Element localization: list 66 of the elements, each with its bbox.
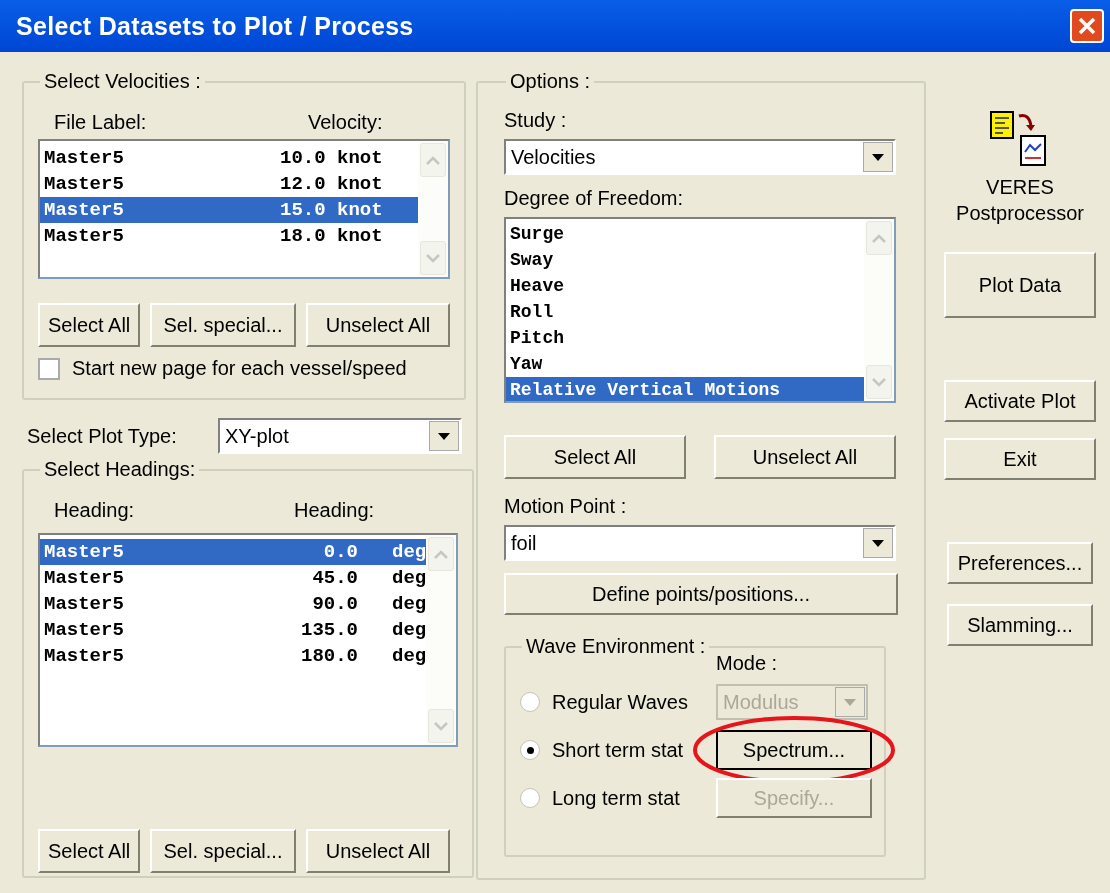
list-item[interactable]: Master5 0.0 deg bbox=[40, 539, 427, 565]
list-item[interactable]: Master5 15.0 knot bbox=[40, 197, 418, 223]
scrollbar[interactable] bbox=[426, 535, 457, 745]
list-item[interactable]: Yaw bbox=[506, 351, 864, 377]
list-item[interactable]: Sway bbox=[506, 247, 864, 273]
scrollbar[interactable] bbox=[864, 219, 894, 401]
dropdown-arrow-icon bbox=[844, 698, 856, 706]
group-title: Options : bbox=[509, 70, 592, 93]
close-button[interactable] bbox=[1070, 9, 1104, 43]
button[interactable]: Activate Plot bbox=[944, 380, 1096, 422]
list-item[interactable]: Master5 10.0 knot bbox=[40, 145, 418, 171]
button[interactable]: Slamming... bbox=[947, 604, 1093, 646]
button[interactable]: Sel. special... bbox=[150, 303, 296, 347]
button[interactable]: Exit bbox=[944, 438, 1096, 480]
scrollbar[interactable] bbox=[418, 141, 448, 277]
list-item[interactable]: Master5 18.0 knot bbox=[40, 223, 418, 249]
button[interactable]: Unselect All bbox=[306, 303, 450, 347]
study-dropdown[interactable]: Velocities bbox=[504, 139, 896, 175]
list-item[interactable]: Master5 45.0 deg bbox=[40, 565, 427, 591]
radio-label: Short term stat bbox=[552, 738, 684, 762]
field-label: Mode : bbox=[716, 652, 779, 676]
list-item[interactable]: Surge bbox=[506, 221, 864, 247]
button[interactable]: Select All bbox=[38, 303, 140, 347]
dropdown-arrow-icon bbox=[872, 539, 884, 547]
column-header: File Label: bbox=[54, 110, 148, 134]
define-points-button[interactable]: Define points/positions... bbox=[504, 573, 898, 615]
column-header: Heading: bbox=[294, 498, 375, 522]
group-title: Select Velocities : bbox=[43, 70, 202, 93]
radio-label: Regular Waves bbox=[552, 690, 688, 714]
column-header: Velocity: bbox=[308, 110, 383, 134]
button[interactable]: Unselect All bbox=[306, 829, 450, 873]
dropdown-arrow-icon bbox=[438, 432, 450, 440]
dropdown-arrow-icon bbox=[872, 153, 884, 161]
field-label: Study : bbox=[504, 109, 568, 133]
checkbox-label: Start new page for each vessel/speed bbox=[72, 357, 407, 380]
window-title: Select Datasets to Plot / Process bbox=[16, 11, 414, 41]
button[interactable]: Plot Data bbox=[944, 252, 1096, 318]
button[interactable]: Spectrum... bbox=[716, 730, 872, 770]
button[interactable]: Unselect All bbox=[714, 435, 896, 479]
button[interactable]: Select All bbox=[504, 435, 686, 479]
checkbox[interactable] bbox=[38, 357, 60, 380]
group-title: Select Headings: bbox=[43, 458, 197, 481]
field-label: Degree of Freedom: bbox=[504, 187, 684, 211]
list-item[interactable]: Master5 12.0 knot bbox=[40, 171, 418, 197]
close-icon bbox=[1076, 15, 1098, 37]
plot-type-dropdown[interactable]: XY-plot bbox=[218, 418, 462, 454]
button[interactable]: Sel. special... bbox=[150, 829, 296, 873]
list-item[interactable]: Heave bbox=[506, 273, 864, 299]
list-item[interactable]: Master5 90.0 deg bbox=[40, 591, 427, 617]
list-item[interactable]: Relative Vertical Motions bbox=[506, 377, 864, 401]
radio-label: Long term stat bbox=[552, 786, 680, 810]
radio-button[interactable] bbox=[520, 788, 540, 808]
app-name: VERES Postprocessor bbox=[955, 175, 1085, 226]
list-item[interactable]: Master5 135.0 deg bbox=[40, 617, 427, 643]
list-item[interactable]: Roll bbox=[506, 299, 864, 325]
column-header: Heading: bbox=[54, 498, 136, 522]
list-item[interactable]: Master5 180.0 deg bbox=[40, 643, 427, 669]
group-title: Wave Environment : bbox=[525, 635, 707, 658]
radio-button[interactable] bbox=[520, 740, 540, 760]
list-item[interactable]: Pitch bbox=[506, 325, 864, 351]
motion-point-dropdown[interactable]: foil bbox=[504, 525, 896, 561]
field-label: Select Plot Type: bbox=[27, 424, 177, 448]
field-label: Motion Point : bbox=[504, 495, 628, 519]
button[interactable]: Preferences... bbox=[947, 542, 1093, 584]
radio-button[interactable] bbox=[520, 692, 540, 712]
button[interactable]: Select All bbox=[38, 829, 140, 873]
